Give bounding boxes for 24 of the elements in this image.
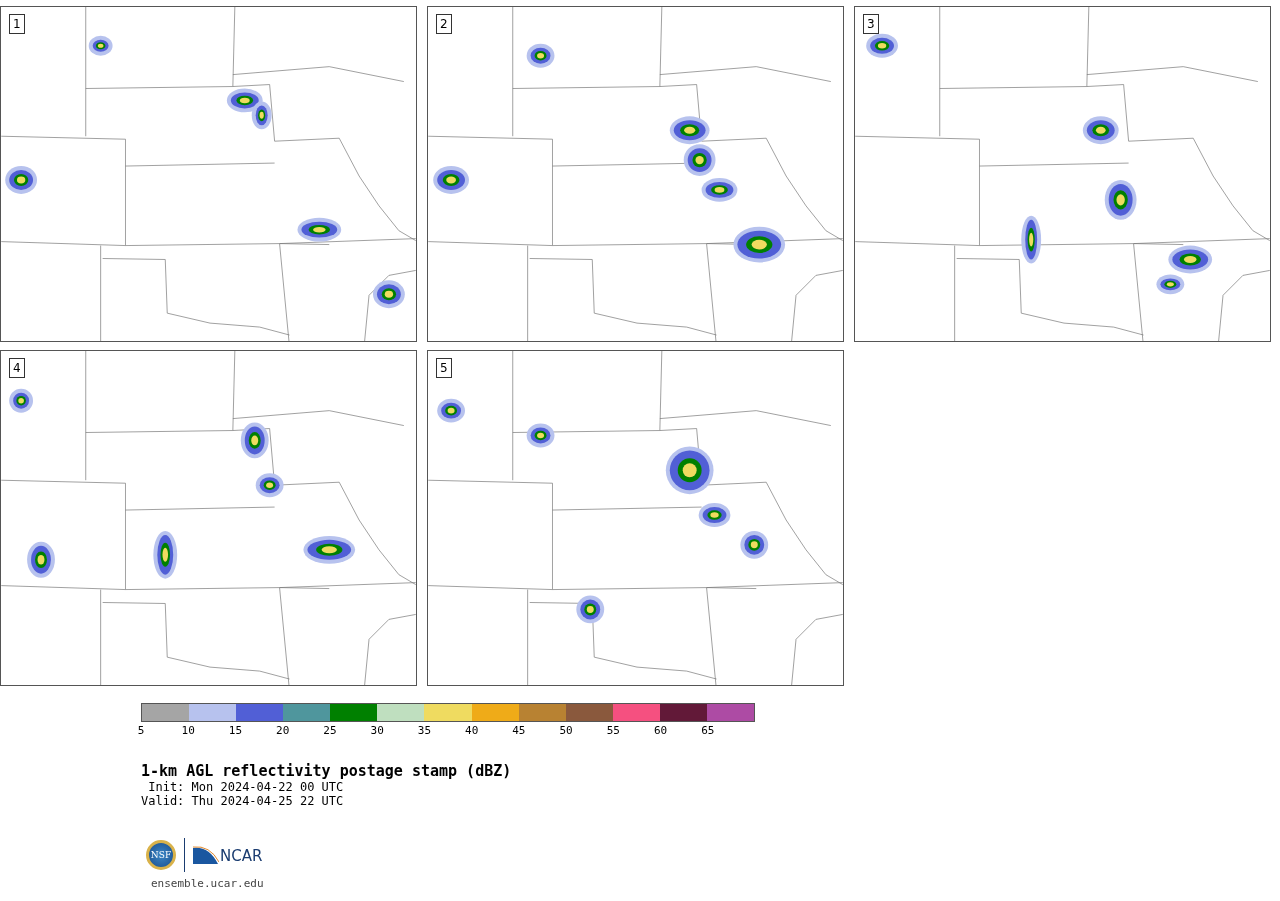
tick-label: 35 xyxy=(417,724,432,737)
seal-logo: NSF xyxy=(146,840,176,870)
tick-label: 5 xyxy=(137,724,145,737)
panel-number: 4 xyxy=(9,358,25,378)
panel-number: 1 xyxy=(9,14,25,34)
tick-label: 25 xyxy=(323,724,337,737)
panel-number: 3 xyxy=(863,14,879,34)
tick-label: 45 xyxy=(512,724,526,737)
site-link[interactable]: ensemble.ucar.edu xyxy=(151,877,264,890)
valid-time: Valid: Thu 2024-04-25 22 UTC xyxy=(141,794,345,808)
tick-label: 65 xyxy=(701,724,715,737)
tick-label: 20 xyxy=(276,724,290,737)
tick-label: 50 xyxy=(559,724,573,737)
tick-label: 10 xyxy=(181,724,195,737)
panel-number: 5 xyxy=(436,358,452,378)
ncar-logo: NCAR xyxy=(193,846,263,864)
panel-number: 2 xyxy=(436,14,452,34)
tick-label: 15 xyxy=(228,724,243,737)
tick-label: 55 xyxy=(606,724,620,737)
tick-label: 60 xyxy=(653,724,668,737)
tick-label: 30 xyxy=(370,724,384,737)
init-time: Init: Mon 2024-04-22 00 UTC xyxy=(147,780,345,794)
tick-label: 40 xyxy=(465,724,479,737)
chart-title: 1-km AGL reflectivity postage stamp (dBZ) xyxy=(141,762,513,780)
